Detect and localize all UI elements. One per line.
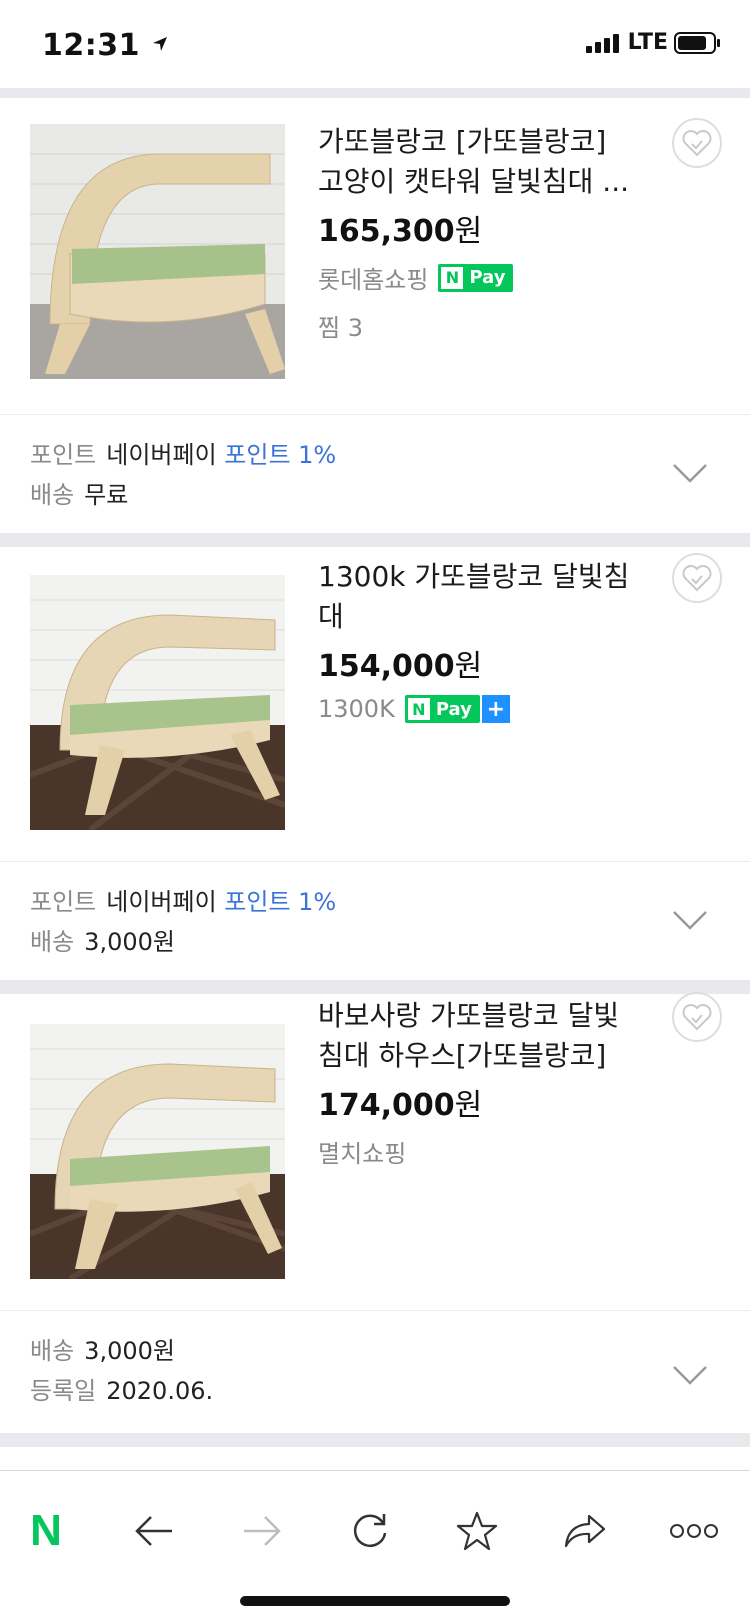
signal-bars-icon [585,33,619,53]
product-card[interactable]: 가또블랑코 [가또블랑코] 고양이 캣타워 달빛침대 ... 165,300원 … [0,98,750,414]
heart-check-icon [682,130,712,157]
seller-row: 1300K N Pay + [318,695,510,723]
location-arrow-icon [152,37,167,51]
seller-name[interactable]: 멸치쇼핑 [318,1134,406,1169]
product-thumbnail[interactable] [30,575,285,830]
naver-pay-badge: N Pay [438,263,514,292]
naver-home-button[interactable]: N [16,1501,76,1561]
forward-button[interactable] [232,1501,292,1561]
product-title[interactable]: 가또블랑코 [가또블랑코] 고양이 캣타워 달빛침대 ... [318,122,648,202]
battery-icon [674,31,720,54]
network-type: LTE [627,30,668,55]
share-icon [564,1514,606,1548]
shipping-row: 배송 3,000원 [30,928,175,956]
seller-row: 롯데홈쇼핑 N Pay [318,260,514,295]
chevron-down-icon[interactable] [670,908,710,932]
point-row: 포인트 네이버페이 포인트 1% [30,888,337,916]
wishlist-button[interactable] [672,553,722,603]
product-title[interactable]: 1300k 가또블랑코 달빛침 대 [318,557,648,637]
product-price: 154,000원 [318,649,483,684]
more-icon [670,1524,718,1538]
more-button[interactable] [664,1501,724,1561]
wish-count: 찜 3 [318,314,363,342]
product-card[interactable]: 바보사랑 가또블랑코 달빛 침대 하우스[가또블랑코] 174,000원 멸치쇼… [0,992,750,1310]
back-button[interactable] [124,1501,184,1561]
product-price: 165,300원 [318,214,483,249]
refresh-button[interactable] [340,1501,400,1561]
next-product-peek [0,1447,750,1470]
bookmark-button[interactable] [447,1501,507,1561]
product-price: 174,000원 [318,1088,483,1123]
product-info-panel[interactable]: 배송 3,000원 등록일 2020.06. [0,1311,750,1433]
section-gap [0,1433,750,1447]
chevron-down-icon[interactable] [670,461,710,485]
shipping-row: 배송 무료 [30,481,129,509]
shipping-row: 배송 3,000원 [30,1337,175,1365]
product-info-panel[interactable]: 포인트 네이버페이 포인트 1% 배송 3,000원 [0,862,750,980]
plus-icon: + [481,695,510,723]
product-thumbnail[interactable] [30,1024,285,1279]
wishlist-button[interactable] [672,992,722,1042]
refresh-icon [353,1514,387,1547]
share-button[interactable] [555,1501,615,1561]
section-gap [0,533,750,547]
cat-bed-image [30,575,285,830]
status-time: 12:31 [42,28,169,63]
naver-logo-icon: N [30,1506,62,1555]
status-indicators: LTE [585,30,722,55]
registered-date-row: 등록일 2020.06. [30,1377,214,1405]
wishlist-button[interactable] [672,118,722,168]
naver-pay-badge: N Pay [404,695,480,723]
section-gap [0,88,750,98]
point-row: 포인트 네이버페이 포인트 1% [30,441,337,469]
product-title[interactable]: 바보사랑 가또블랑코 달빛 침대 하우스[가또블랑코] [318,996,648,1076]
product-card[interactable]: 1300k 가또블랑코 달빛침 대 154,000원 1300K N Pay + [0,547,750,861]
heart-check-icon [682,1004,712,1031]
status-bar: 12:31 LTE [0,0,750,88]
home-indicator[interactable] [240,1596,510,1606]
product-thumbnail[interactable] [30,124,285,379]
seller-name[interactable]: 롯데홈쇼핑 [318,260,428,295]
chevron-down-icon[interactable] [670,1363,710,1387]
naver-pay-plus-badge: N Pay + [404,695,510,723]
naver-n-icon: N [441,266,464,289]
bookmark-star-icon [456,1511,498,1551]
cat-bed-image [30,1024,285,1279]
seller-row: 멸치쇼핑 [318,1134,406,1169]
forward-icon [244,1516,281,1546]
naver-n-icon: N [407,698,430,720]
back-icon [135,1516,172,1546]
product-info-panel[interactable]: 포인트 네이버페이 포인트 1% 배송 무료 [0,415,750,533]
heart-check-icon [682,565,712,592]
cat-bed-image [30,124,285,379]
section-gap [0,980,750,994]
seller-name[interactable]: 1300K [318,695,395,723]
